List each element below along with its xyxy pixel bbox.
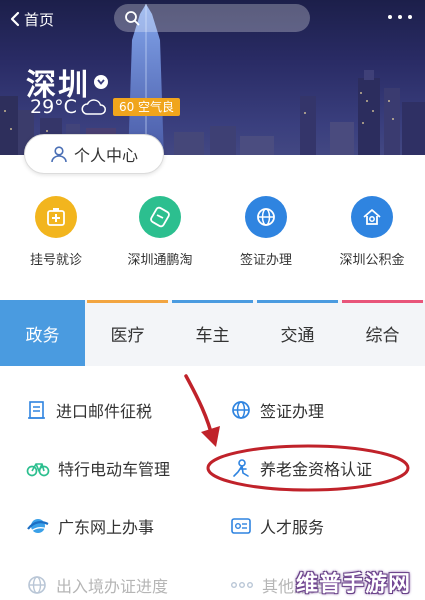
pension-icon [233, 459, 249, 477]
bicycle-icon [26, 463, 50, 477]
search-icon [125, 11, 140, 26]
service-talent[interactable]: 人才服务 [230, 514, 324, 538]
globe-icon [232, 401, 250, 419]
quick-item-label: 深圳公积金 [339, 253, 405, 268]
gd-online-icon [27, 519, 49, 533]
dot-icon [388, 15, 392, 19]
chevron-left-icon [10, 11, 20, 27]
tab-car-owner[interactable]: 车主 [170, 300, 255, 366]
weather-info: 29°C 60 空气良 [30, 96, 181, 118]
service-exit-entry-progress[interactable]: 出入境办证进度 [26, 573, 168, 597]
cloud-icon [81, 99, 106, 115]
user-center-button[interactable]: 个人中心 [24, 134, 164, 174]
service-label: 进口邮件征税 [56, 402, 153, 421]
quick-item-label: 挂号就诊 [29, 253, 82, 268]
service-label: 广东网上办事 [58, 518, 155, 537]
quick-item-shenzhen-tong[interactable]: 深圳通鹏淘 [110, 196, 210, 268]
user-icon [51, 146, 67, 163]
tab-indicator [342, 300, 423, 303]
service-label: 签证办理 [260, 402, 325, 421]
back-label: 首页 [24, 10, 55, 29]
air-quality-badge: 60 空气良 [112, 98, 181, 116]
tab-label: 车主 [195, 325, 230, 346]
mail-tax-icon [28, 401, 45, 419]
tab-general[interactable]: 综合 [340, 300, 425, 366]
temperature: 29°C [30, 96, 77, 118]
more-dots-icon [231, 581, 254, 588]
globe-icon [245, 196, 287, 238]
service-label: 人才服务 [260, 518, 325, 537]
search-input[interactable] [114, 4, 310, 32]
more-menu-button[interactable] [388, 12, 412, 22]
service-import-mail-tax[interactable]: 进口邮件征税 [26, 398, 152, 422]
ticket-icon [139, 196, 181, 238]
tab-indicator [172, 300, 253, 303]
service-visa[interactable]: 签证办理 [230, 398, 324, 422]
quick-item-housing-fund[interactable]: 深圳公积金 [322, 196, 422, 268]
service-guangdong-online[interactable]: 广东网上办事 [26, 514, 154, 538]
service-pension-certification[interactable]: 养老金资格认证 [230, 456, 372, 480]
quick-services: 挂号就诊 深圳通鹏淘 签证办理 深圳公积金 [0, 196, 425, 276]
quick-item-label: 签证办理 [239, 253, 292, 268]
chevron-down-icon [94, 75, 108, 89]
category-tabs: 政务 医疗 车主 交通 综合 [0, 300, 425, 366]
globe-icon [28, 576, 46, 594]
quick-item-visa[interactable]: 签证办理 [216, 196, 316, 268]
user-center-label: 个人中心 [73, 146, 138, 165]
tab-indicator [87, 300, 168, 303]
tab-label: 政务 [25, 325, 60, 346]
tab-label: 交通 [280, 325, 315, 346]
tab-indicator [257, 300, 338, 303]
tab-label: 综合 [365, 325, 400, 346]
house-fund-icon [351, 196, 393, 238]
tab-traffic[interactable]: 交通 [255, 300, 340, 366]
id-card-icon [231, 518, 251, 534]
watermark-logo: 维普手游网 [296, 572, 412, 597]
annotation-arrow [184, 374, 215, 442]
hospital-icon [35, 196, 77, 238]
quick-item-hospital[interactable]: 挂号就诊 [6, 196, 106, 268]
service-label: 特行电动车管理 [58, 460, 171, 479]
tab-medical[interactable]: 医疗 [85, 300, 170, 366]
service-label: 养老金资格认证 [260, 460, 373, 479]
dot-icon [398, 15, 402, 19]
back-button[interactable]: 首页 [10, 6, 54, 32]
quick-item-label: 深圳通鹏淘 [127, 253, 193, 268]
service-e-bike-management[interactable]: 特行电动车管理 [26, 456, 170, 480]
tab-label: 医疗 [110, 325, 145, 346]
service-label: 出入境办证进度 [56, 577, 169, 596]
arrow-head-icon [201, 426, 220, 447]
dot-icon [408, 15, 412, 19]
tab-government[interactable]: 政务 [0, 300, 85, 366]
